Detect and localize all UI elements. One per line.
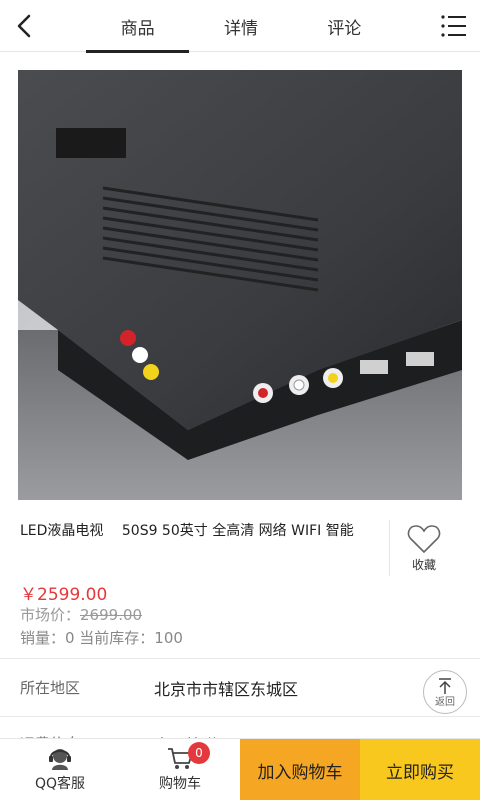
product-image[interactable] — [18, 70, 462, 500]
tab-details[interactable]: 详情 — [189, 0, 292, 52]
product-tabs: 商品 详情 评论 — [86, 0, 396, 53]
cart-label: 购物车 — [159, 776, 201, 792]
top-nav-bar: 商品 详情 评论 — [0, 0, 480, 53]
favorite-button[interactable]: 收藏 — [398, 524, 450, 576]
divider — [389, 520, 390, 576]
tab-goods[interactable]: 商品 — [86, 0, 190, 53]
qq-service-label: QQ客服 — [34, 776, 86, 792]
add-to-cart-button[interactable]: 加入购物车 — [240, 739, 360, 800]
tab-reviews[interactable]: 评论 — [293, 0, 396, 52]
menu-icon[interactable] — [440, 12, 468, 40]
back-to-top-button[interactable]: 返回 — [423, 670, 467, 714]
qq-service-button[interactable]: QQ客服 — [0, 739, 120, 800]
chevron-left-icon — [17, 14, 31, 38]
bottom-action-bar: QQ客服 购物车 0 加入购物车 立即购买 — [0, 738, 480, 800]
location-row: 所在地区 北京市市辖区东城区 — [0, 658, 480, 716]
sales-stock-info: 销量：0 当前库存：100 — [20, 629, 183, 647]
buy-now-button[interactable]: 立即购买 — [360, 739, 480, 800]
cart-count-badge: 0 — [188, 742, 210, 764]
product-title: LED液晶电视 50S9 50英寸 全高清 网络 WIFI 智能 — [20, 523, 354, 539]
back-to-top-label: 返回 — [435, 696, 455, 708]
market-price-label: 市场价： — [20, 606, 81, 624]
customer-service-icon — [49, 749, 71, 770]
price: ￥2599.00 — [20, 585, 108, 605]
location-value: 北京市市辖区东城区 — [154, 680, 299, 699]
market-price-value: 2699.00 — [80, 606, 143, 624]
cart-button[interactable]: 购物车 0 — [120, 739, 240, 800]
favorite-label: 收藏 — [411, 558, 436, 572]
heart-icon — [407, 525, 441, 554]
back-button[interactable] — [6, 8, 42, 44]
location-label: 所在地区 — [20, 679, 81, 697]
market-price: 市场价：2699.00 — [20, 604, 142, 625]
